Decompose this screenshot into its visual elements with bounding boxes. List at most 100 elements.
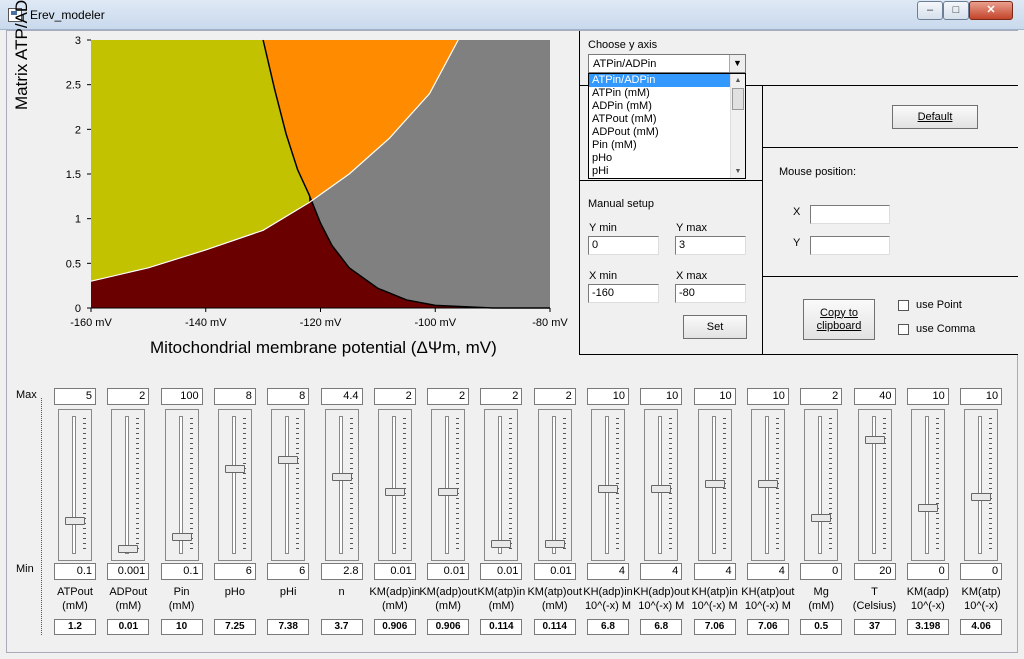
slider-min-field[interactable]: 6 [213,563,256,580]
slider-track[interactable] [697,409,732,561]
y-axis-option[interactable]: ATPin (mM) [589,87,730,100]
y-axis-select[interactable]: ATPin/ADPin ▼ [588,54,746,73]
chevron-down-icon[interactable]: ▼ [729,55,745,72]
slider-min-field[interactable]: 0.01 [427,563,470,580]
slider-track[interactable] [591,409,625,561]
chart[interactable]: -160 mV -140 mV -120 mV -100 mV -80 mV 0 0.5 1 1… [6,30,576,360]
slider-max-field[interactable]: 10 [906,388,949,405]
dropdown-scrollbar[interactable]: ▲ ▼ [730,74,745,178]
slider-thumb[interactable] [598,484,618,493]
y-axis-option[interactable]: ADPout (mM) [589,126,730,139]
slider-min-field[interactable]: 0.1 [160,563,203,580]
y-axis-option[interactable]: pHi [589,165,730,178]
y-min-field[interactable]: 0 [588,236,659,255]
slider-min-field[interactable]: 4 [693,563,736,580]
y-axis-dropdown-list[interactable]: ATPin/ADPin ATPin (mM) ADPin (mM) ATPout (m… [588,73,746,179]
minimize-button[interactable]: – [917,1,943,20]
slider-track[interactable] [644,409,679,561]
slider-max-field[interactable]: 4.4 [320,388,363,405]
slider-track[interactable] [271,409,306,561]
y-axis-option[interactable]: Pin (mM) [589,139,730,152]
x-min-field[interactable]: -160 [588,284,659,303]
set-button[interactable]: Set [683,315,747,339]
use-comma-checkbox[interactable] [898,324,909,335]
slider-track[interactable] [537,409,572,561]
slider-min-field[interactable]: 20 [853,563,896,580]
slider-track[interactable] [857,409,892,561]
scroll-down-icon[interactable]: ▼ [731,165,745,178]
slider-max-field[interactable]: 8 [267,388,310,405]
slider-min-field[interactable]: 4 [587,563,629,580]
slider-max-field[interactable]: 10 [640,388,683,405]
slider-min-field[interactable]: 0.01 [533,563,576,580]
slider-max-field[interactable]: 10 [587,388,629,405]
close-button[interactable]: ✕ [969,1,1013,20]
slider-max-field[interactable]: 2 [107,388,150,405]
slider-thumb[interactable] [278,456,299,465]
slider-track[interactable] [324,409,359,561]
copy-to-clipboard-button[interactable]: Copy to clipboard [803,299,875,340]
maximize-button[interactable]: □ [943,1,969,20]
slider-max-field[interactable]: 2 [800,388,843,405]
mouse-x-field[interactable] [810,205,890,224]
y-axis-option[interactable]: ATPout (mM) [589,113,730,126]
use-point-checkbox[interactable] [898,300,909,311]
scroll-thumb[interactable] [732,88,744,110]
slider-max-field[interactable]: 2 [533,388,576,405]
slider-max-field[interactable]: 10 [693,388,736,405]
slider-track[interactable] [111,409,146,561]
slider-thumb[interactable] [971,492,992,501]
slider-max-field[interactable]: 2 [373,388,416,405]
slider-min-field[interactable]: 0.01 [480,563,523,580]
slider-thumb[interactable] [438,487,459,496]
slider-min-field[interactable]: 0 [800,563,843,580]
slider-track[interactable] [431,409,466,561]
mouse-y-field[interactable] [810,236,890,255]
slider-thumb[interactable] [171,533,192,541]
slider-thumb[interactable] [224,465,245,474]
slider-thumb[interactable] [704,479,725,488]
y-axis-option[interactable]: pHo [589,152,730,165]
slider-thumb[interactable] [544,539,565,548]
slider-track[interactable] [484,409,519,561]
slider-max-field[interactable]: 5 [54,388,96,405]
slider-track[interactable] [910,409,945,561]
slider-thumb[interactable] [331,473,352,482]
slider-min-field[interactable]: 0.01 [373,563,416,580]
y-axis-option[interactable]: ATPin/ADPin [589,74,730,87]
slider-track[interactable] [750,409,785,561]
slider-min-field[interactable]: 4 [746,563,789,580]
slider-thumb[interactable] [491,539,512,548]
slider-min-field[interactable]: 0.1 [54,563,96,580]
slider-thumb[interactable] [651,484,672,493]
x-max-field[interactable]: -80 [675,284,746,303]
slider-track[interactable] [804,409,839,561]
slider-track[interactable] [164,409,199,561]
slider-max-field[interactable]: 2 [427,388,470,405]
slider-thumb[interactable] [864,435,885,444]
scroll-up-icon[interactable]: ▲ [731,74,745,87]
slider-min-field[interactable]: 6 [267,563,310,580]
slider-thumb[interactable] [917,504,938,513]
slider-track[interactable] [217,409,252,561]
slider-min-field[interactable]: 2.8 [320,563,363,580]
y-max-field[interactable]: 3 [675,236,746,255]
slider-thumb[interactable] [384,487,405,496]
default-button[interactable]: Default [892,105,978,129]
slider-thumb[interactable] [757,479,778,488]
slider-max-field[interactable]: 100 [160,388,203,405]
slider-track[interactable] [58,409,92,561]
y-axis-option[interactable]: ADPin (mM) [589,100,730,113]
slider-thumb[interactable] [811,513,832,522]
slider-min-field[interactable]: 0 [960,563,1003,580]
slider-thumb[interactable] [118,544,139,553]
slider-max-field[interactable]: 10 [746,388,789,405]
slider-min-field[interactable]: 0.001 [107,563,150,580]
slider-max-field[interactable]: 2 [480,388,523,405]
slider-max-field[interactable]: 40 [853,388,896,405]
slider-min-field[interactable]: 0 [906,563,949,580]
slider-max-field[interactable]: 8 [213,388,256,405]
slider-thumb[interactable] [65,517,85,526]
slider-track[interactable] [964,409,999,561]
slider-max-field[interactable]: 10 [960,388,1003,405]
